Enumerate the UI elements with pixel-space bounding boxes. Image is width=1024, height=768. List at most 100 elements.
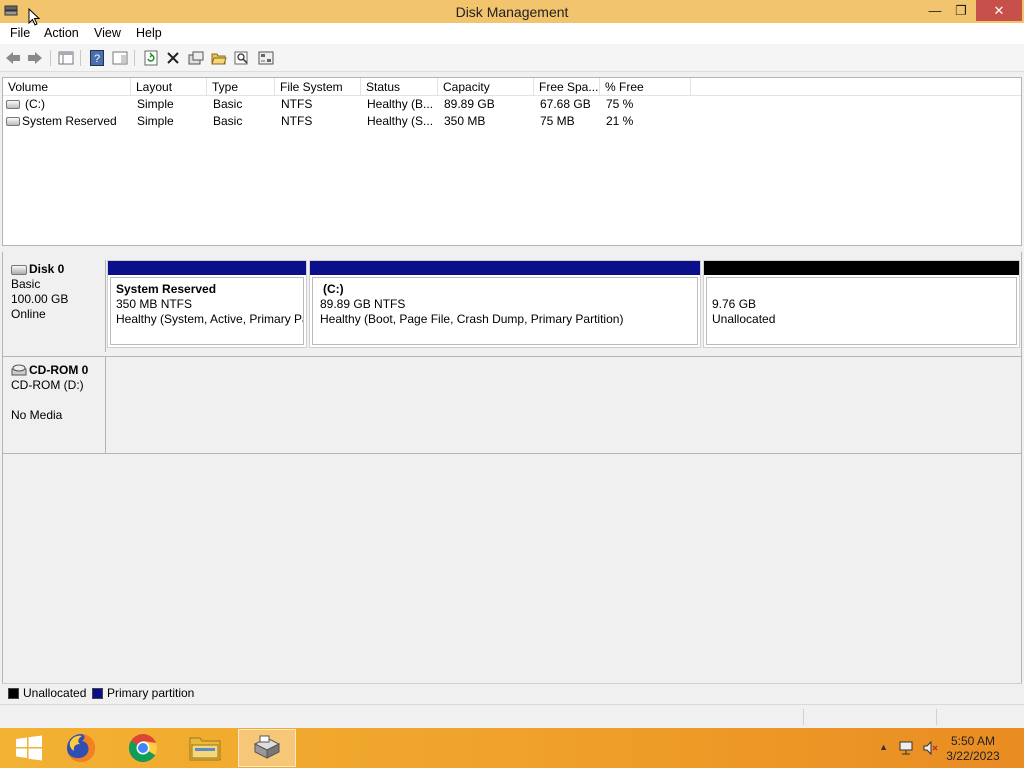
volume-icon — [6, 117, 20, 126]
taskbar: ▲ 5:50 AM 3/22/2023 — [0, 728, 1024, 768]
cdrom-name-line: CD-ROM 0 — [11, 363, 105, 378]
close-button[interactable]: ✕ — [976, 0, 1022, 21]
toolbar-separator — [50, 50, 51, 66]
volume-list-header: Volume Layout Type File System Status Ca… — [3, 78, 1021, 96]
legend-swatch-primary — [92, 688, 103, 699]
cell-layout: Simple — [137, 114, 174, 128]
cdrom-info[interactable]: CD-ROM 0 CD-ROM (D:) No Media — [3, 357, 106, 453]
partition-title: (C:) — [323, 282, 344, 296]
start-button[interactable] — [0, 729, 58, 767]
help-icon[interactable]: ? — [87, 48, 107, 68]
cell-file-system: NTFS — [281, 97, 313, 111]
cell-type: Basic — [213, 97, 243, 111]
status-divider — [803, 709, 804, 725]
delete-icon[interactable] — [163, 48, 183, 68]
toolbar-separator — [134, 50, 135, 66]
cell-capacity: 350 MB — [444, 114, 486, 128]
partition-body: System Reserved 350 MB NTFS Healthy (Sys… — [110, 277, 304, 345]
show-hidden-icons-icon[interactable]: ▲ — [879, 742, 888, 752]
clock[interactable]: 5:50 AM 3/22/2023 — [938, 734, 1008, 764]
cell-capacity: 89.89 GB — [444, 97, 495, 111]
cdrom-drive: CD-ROM (D:) — [11, 378, 84, 392]
open-folder-icon[interactable] — [209, 48, 229, 68]
column-header-free-space[interactable]: Free Spa... — [534, 78, 600, 96]
status-divider — [936, 709, 937, 725]
cdrom-size — [11, 393, 105, 408]
column-header-type[interactable]: Type — [207, 78, 275, 96]
menu-view[interactable]: View — [94, 26, 121, 40]
file-explorer-icon — [189, 737, 221, 761]
show-hide-pane-icon[interactable] — [110, 48, 130, 68]
column-header-layout[interactable]: Layout — [131, 78, 207, 96]
cd-rom-icon — [11, 364, 27, 376]
cell-volume: System Reserved — [22, 114, 117, 128]
partition-title — [712, 282, 1016, 297]
disk-info[interactable]: Disk 0 Basic 100.00 GB Online — [3, 260, 106, 352]
table-row[interactable]: System Reserved Simple Basic NTFS Health… — [3, 113, 1021, 130]
menu-file[interactable]: File — [10, 26, 30, 40]
column-header-percent-free[interactable]: % Free — [600, 78, 691, 96]
partition-status: Unallocated — [712, 312, 776, 326]
refresh-icon[interactable] — [141, 48, 161, 68]
column-header-capacity[interactable]: Capacity — [438, 78, 534, 96]
taskbar-file-explorer[interactable] — [176, 729, 234, 767]
column-header-volume[interactable]: Volume — [3, 78, 131, 96]
search-icon[interactable] — [232, 48, 252, 68]
disk-name: Disk 0 — [29, 262, 65, 276]
toolbar-separator — [80, 50, 81, 66]
taskbar-disk-management[interactable] — [238, 729, 296, 767]
settings-icon[interactable] — [256, 48, 276, 68]
disk-state: Online — [11, 307, 46, 321]
partition-status: Healthy (Boot, Page File, Crash Dump, Pr… — [320, 312, 624, 326]
menu-action[interactable]: Action — [44, 26, 79, 40]
volume-muted-icon[interactable] — [922, 740, 938, 756]
cell-volume: (C:) — [25, 97, 45, 111]
primary-partition-bar — [310, 261, 700, 275]
properties-icon[interactable] — [186, 48, 206, 68]
mouse-cursor-icon — [28, 8, 40, 26]
svg-text:?: ? — [94, 53, 100, 65]
cdrom-name: CD-ROM 0 — [29, 363, 89, 377]
forward-icon[interactable] — [25, 48, 45, 68]
column-header-status[interactable]: Status — [361, 78, 438, 96]
partition-size: 89.89 GB NTFS — [320, 297, 406, 311]
legend-label-unallocated: Unallocated — [23, 686, 87, 700]
back-icon[interactable] — [3, 48, 23, 68]
firefox-icon — [67, 733, 96, 762]
partition-size: 9.76 GB — [712, 297, 757, 311]
console-tree-icon[interactable] — [56, 48, 76, 68]
partition-c-drive[interactable]: (C:) 89.89 GB NTFS Healthy (Boot, Page F… — [309, 260, 701, 348]
status-bar — [0, 704, 1024, 728]
title-bar: Disk Management — ❐ ✕ — [0, 0, 1024, 23]
disk-size: 100.00 GB — [11, 292, 69, 306]
volume-list: Volume Layout Type File System Status Ca… — [2, 77, 1022, 246]
disk-type: Basic — [11, 277, 41, 291]
cdrom-row: CD-ROM 0 CD-ROM (D:) No Media — [3, 356, 1021, 454]
partition-body: (C:) 89.89 GB NTFS Healthy (Boot, Page F… — [312, 277, 698, 345]
clock-time: 5:50 AM — [950, 734, 996, 748]
table-row[interactable]: (C:) Simple Basic NTFS Healthy (B... 89.… — [3, 96, 1021, 113]
disk-view: Disk 0 Basic 100.00 GB Online System Res… — [2, 252, 1022, 701]
partition-system-reserved[interactable]: System Reserved 350 MB NTFS Healthy (Sys… — [107, 260, 307, 348]
cell-status: Healthy (B... — [367, 97, 434, 111]
network-icon[interactable] — [898, 740, 914, 756]
minimize-button[interactable]: — — [922, 0, 948, 21]
taskbar-firefox[interactable] — [52, 729, 110, 767]
column-header-file-system[interactable]: File System — [275, 78, 361, 96]
menu-help[interactable]: Help — [136, 26, 162, 40]
partition-size: 350 MB NTFS — [116, 297, 193, 311]
legend: Unallocated Primary partition — [2, 683, 1022, 701]
partition-unallocated[interactable]: 9.76 GB Unallocated — [703, 260, 1020, 348]
cell-layout: Simple — [137, 97, 174, 111]
taskbar-chrome[interactable] — [114, 729, 172, 767]
window-title: Disk Management — [455, 4, 569, 20]
chrome-icon — [129, 734, 158, 762]
restore-button[interactable]: ❐ — [948, 0, 974, 21]
disk-management-icon — [253, 735, 281, 759]
cell-free-space: 67.68 GB — [540, 97, 591, 111]
cell-file-system: NTFS — [281, 114, 313, 128]
unallocated-bar — [704, 261, 1019, 275]
primary-partition-bar — [108, 261, 306, 275]
toolbar: ? — [0, 44, 1024, 72]
menu-bar: File Action View Help — [0, 23, 1024, 44]
